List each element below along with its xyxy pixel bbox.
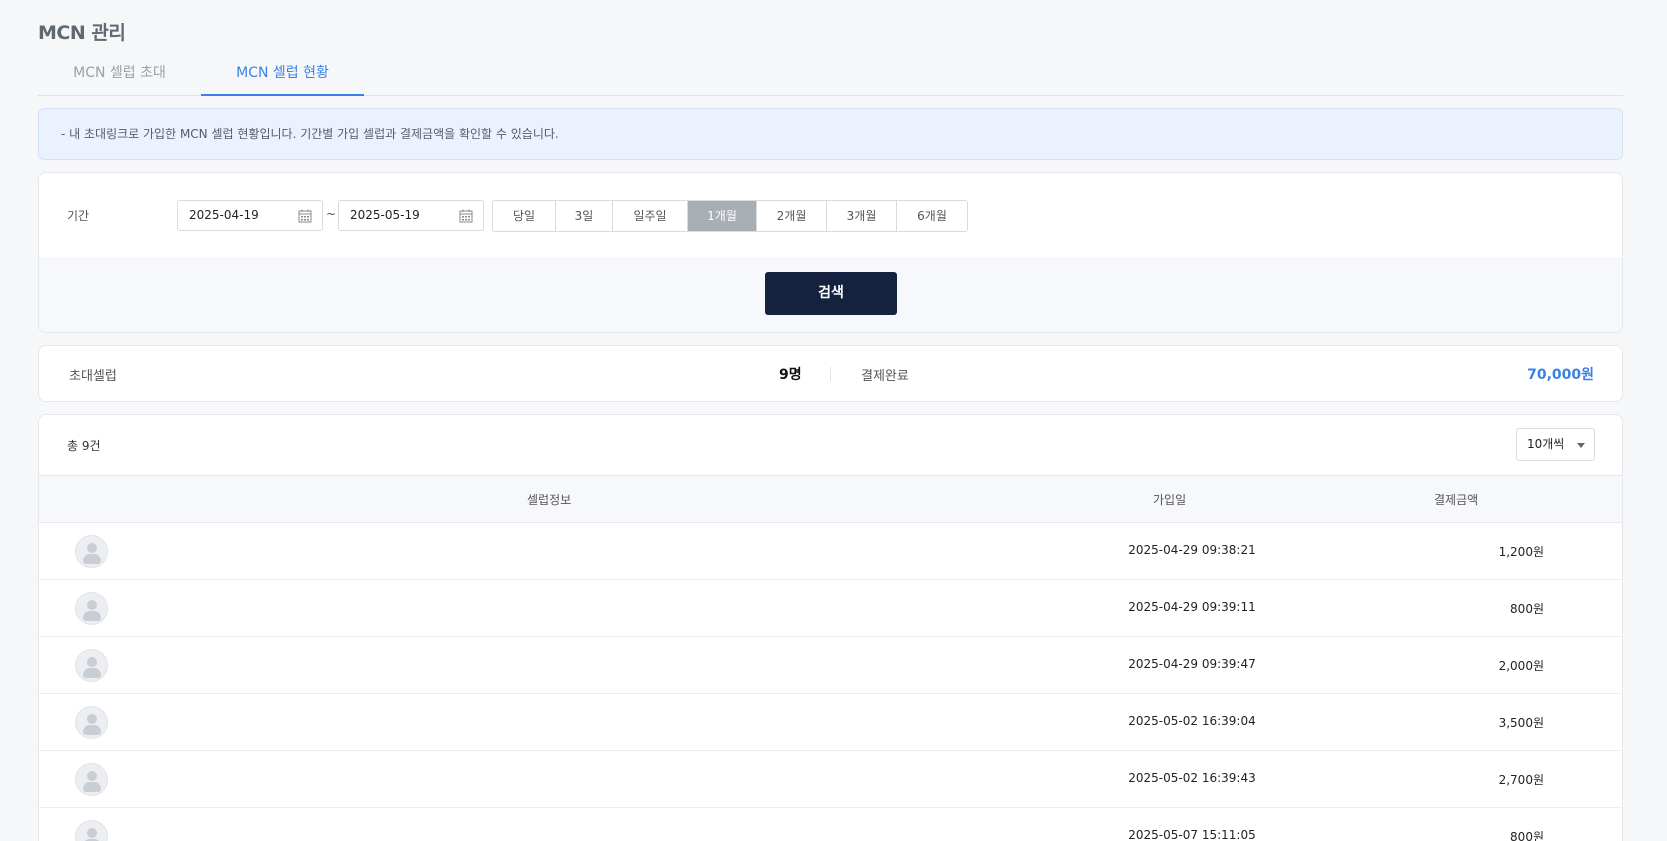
join-date-cell: 2025-05-07 15:11:05 [1128,828,1256,841]
join-date-cell: 2025-04-29 09:39:47 [1128,657,1256,671]
user-avatar-icon [75,820,108,841]
date-range-separator: ~ [326,207,337,221]
notice-banner: - 내 초대링크로 가입한 MCN 셀럽 현황입니다. 기간별 가입 셀럽과 결… [38,108,1623,160]
invited-celeb-count: 9명 [779,367,802,383]
page-title: MCN 관리 [38,22,126,44]
page-size-value: 10개씩 [1527,437,1565,451]
summary-divider [830,367,831,381]
period-1week-button[interactable]: 일주일 [613,201,688,231]
period-2months-button[interactable]: 2개월 [757,201,827,231]
table-row[interactable]: 2025-05-02 16:39:43 2,700원 [39,751,1622,808]
amount-cell: 800원 [1510,830,1544,841]
period-button-group: 당일 3일 일주일 1개월 2개월 3개월 6개월 [492,200,968,232]
tab-bar: MCN 셀럽 초대 MCN 셀럽 현황 [38,58,1623,96]
end-date-value: 2025-05-19 [350,208,420,222]
user-avatar-icon [75,649,108,682]
invited-celeb-label: 초대셀럽 [69,369,117,384]
table-row[interactable]: 2025-04-29 09:39:11 800원 [39,580,1622,637]
calendar-icon[interactable] [298,209,312,223]
amount-cell: 2,000원 [1498,659,1544,673]
table-row[interactable]: 2025-05-02 16:39:04 3,500원 [39,694,1622,751]
chevron-down-icon [1577,443,1585,448]
summary-panel: 초대셀럽 9명 결제완료 70,000원 [38,345,1623,402]
column-header-join-date: 가입일 [1153,493,1187,507]
amount-cell: 1,200원 [1498,545,1544,559]
calendar-icon[interactable] [459,209,473,223]
filter-panel: 기간 2025-04-19 ~ 2025-05-19 당일 3일 일주일 1개월… [38,172,1623,333]
end-date-input[interactable]: 2025-05-19 [338,200,484,231]
column-header-celeb-info: 셀럽정보 [527,493,572,507]
user-avatar-icon [75,706,108,739]
period-today-button[interactable]: 당일 [493,201,556,231]
column-header-amount: 결제금액 [1434,493,1479,507]
join-date-cell: 2025-04-29 09:38:21 [1128,543,1256,557]
table-row[interactable]: 2025-04-29 09:39:47 2,000원 [39,637,1622,694]
period-1month-button[interactable]: 1개월 [688,201,757,231]
table-row[interactable]: 2025-05-07 15:11:05 800원 [39,808,1622,841]
start-date-input[interactable]: 2025-04-19 [177,200,323,231]
join-date-cell: 2025-04-29 09:39:11 [1128,600,1256,614]
amount-cell: 800원 [1510,602,1544,616]
period-3days-button[interactable]: 3일 [556,201,613,231]
tab-mcn-celeb-status[interactable]: MCN 셀럽 현황 [201,58,364,96]
join-date-cell: 2025-05-02 16:39:04 [1128,714,1256,728]
amount-cell: 3,500원 [1498,716,1544,730]
celeb-list-panel: 총 9건 10개씩 셀럽정보 가입일 결제금액 2025-04-29 09:38… [38,414,1623,841]
table-row[interactable]: 2025-04-29 09:38:21 1,200원 [39,523,1622,580]
period-6months-button[interactable]: 6개월 [897,201,967,231]
user-avatar-icon [75,763,108,796]
user-avatar-icon [75,592,108,625]
period-label: 기간 [67,209,90,223]
search-button[interactable]: 검색 [765,272,897,315]
search-area: 검색 [39,257,1622,332]
user-avatar-icon [75,535,108,568]
amount-cell: 2,700원 [1498,773,1544,787]
total-count: 총 9건 [67,439,101,453]
table-header: 셀럽정보 가입일 결제금액 [39,475,1622,523]
payment-complete-label: 결제완료 [861,369,909,384]
payment-complete-amount: 70,000원 [1527,367,1594,383]
tab-mcn-celeb-invite[interactable]: MCN 셀럽 초대 [38,58,201,96]
period-3months-button[interactable]: 3개월 [827,201,897,231]
join-date-cell: 2025-05-02 16:39:43 [1128,771,1256,785]
start-date-value: 2025-04-19 [189,208,259,222]
page-size-select[interactable]: 10개씩 [1516,428,1595,461]
